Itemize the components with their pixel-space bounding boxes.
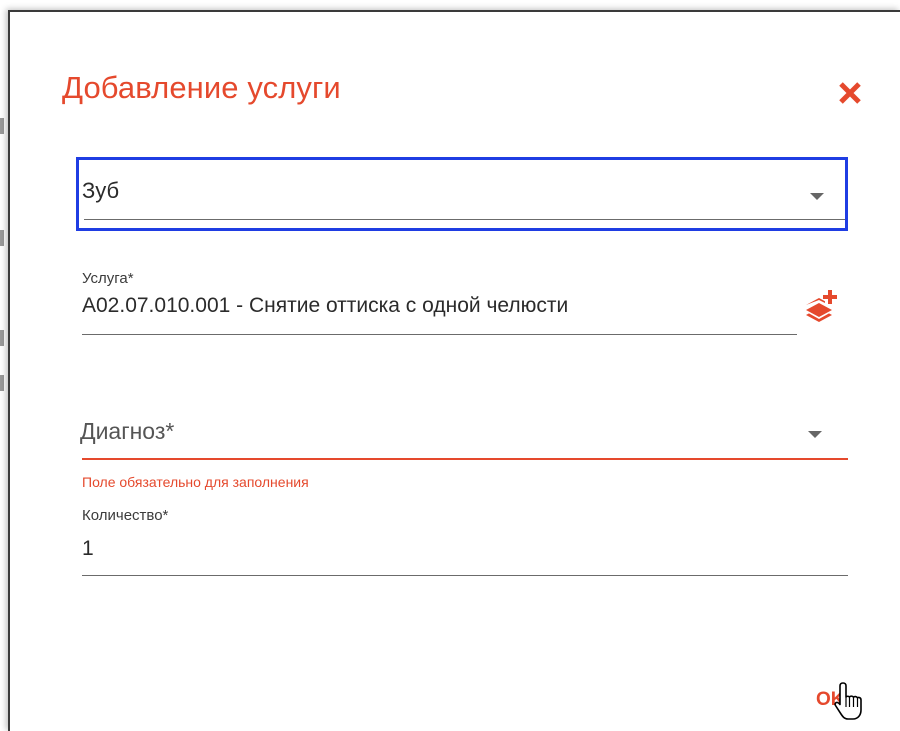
quantity-label: Количество* [82, 507, 169, 524]
dialog-title: Добавление услуги [62, 70, 341, 105]
add-service-button[interactable] [803, 288, 839, 324]
tooth-select[interactable]: Зуб [76, 157, 848, 231]
background-edge-mark [0, 330, 4, 346]
chevron-down-icon[interactable] [808, 431, 822, 438]
close-button[interactable] [835, 78, 865, 108]
layers-plus-icon [806, 290, 837, 322]
background-edge-mark [0, 230, 4, 246]
tooth-select-underline [84, 219, 845, 220]
quantity-value: 1 [82, 537, 94, 560]
hand-pointer-icon [834, 682, 862, 720]
quantity-underline [82, 575, 848, 576]
service-label: Услуга* [82, 270, 134, 287]
background-edge-mark [0, 375, 4, 391]
close-icon [839, 82, 861, 104]
service-field[interactable]: Услуга* A02.07.010.001 - Снятие оттиска … [82, 270, 797, 336]
diagnosis-select[interactable]: Диагноз* [80, 410, 848, 462]
diagnosis-underline [82, 458, 848, 460]
tooth-select-value: Зуб [82, 178, 120, 203]
service-value: A02.07.010.001 - Снятие оттиска с одной … [82, 294, 569, 317]
add-service-dialog: Добавление услуги Зуб Услуга* A02.07.010… [8, 10, 900, 731]
diagnosis-error-message: Поле обязательно для заполнения [82, 474, 309, 490]
diagnosis-placeholder: Диагноз* [80, 418, 175, 444]
quantity-field[interactable]: Количество* 1 [82, 507, 848, 577]
service-underline [82, 334, 797, 335]
background-edge-mark [0, 118, 4, 134]
chevron-down-icon[interactable] [810, 193, 824, 200]
